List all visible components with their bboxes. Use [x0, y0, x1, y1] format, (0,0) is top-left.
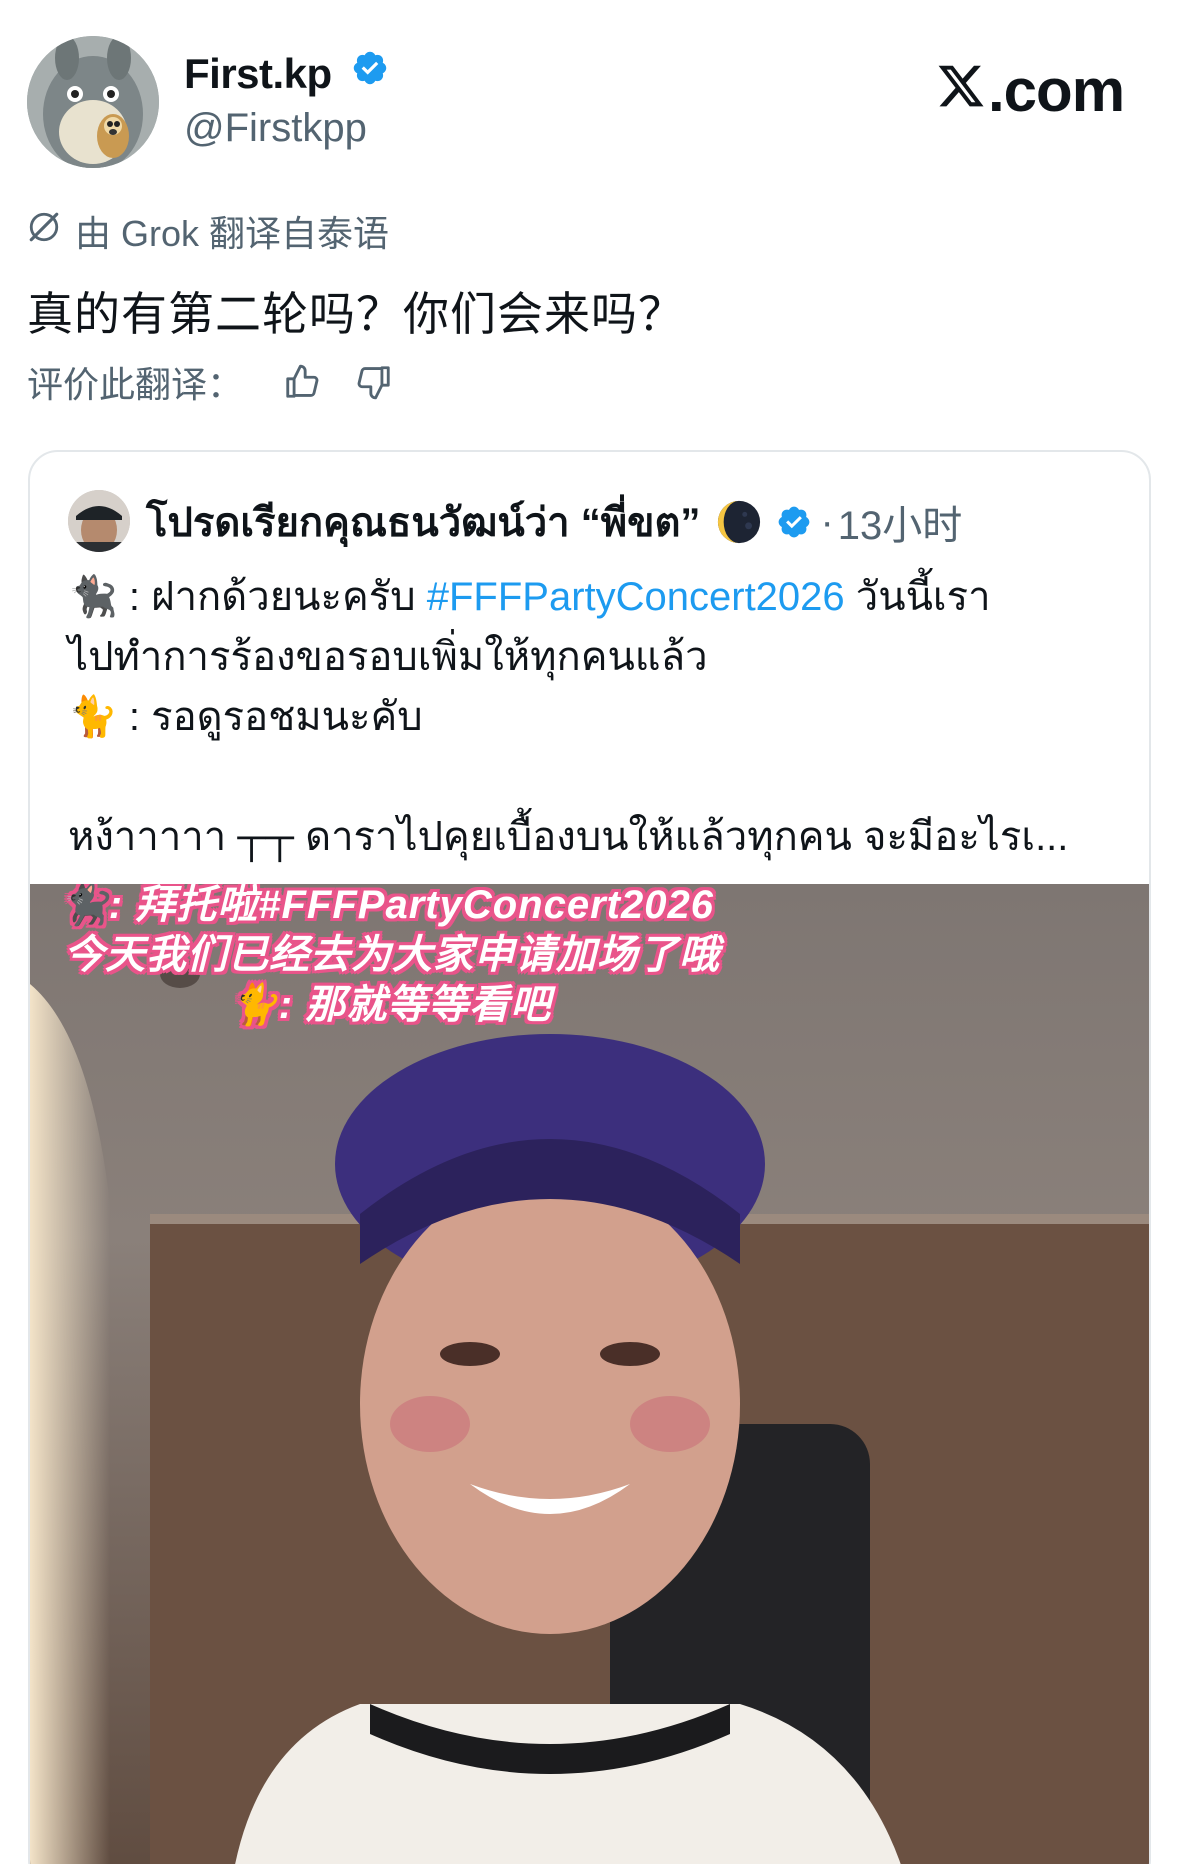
- quoted-media-video[interactable]: 🐈‍⬛: 拜托啦#FFFPartyConcert2026 今天我们已经去为大家申…: [30, 884, 1149, 1864]
- cat-emoji: 🐈: [68, 694, 118, 740]
- rate-translation-label: 评价此翻译：: [27, 364, 244, 405]
- quoted-author-avatar[interactable]: [68, 490, 130, 552]
- quoted-text-line: หง้าาาาา ┬┬ ดาราไปคุยเบื้องบนให้แล้วทุกค…: [68, 815, 1069, 859]
- author-name-text: First.kp: [184, 50, 332, 97]
- quoted-author-name[interactable]: โปรดเรียกคุณธนวัฒน์ว่า “พี่ขต”: [146, 490, 700, 554]
- quoted-tweet-card[interactable]: โปรดเรียกคุณธนวัฒน์ว่า “พี่ขต” · 13小时 🐈‍…: [28, 450, 1151, 1864]
- quoted-text-line: 🐈‍⬛ : ฝากด้วยนะครับ #FFFPartyConcert2026…: [68, 567, 1128, 627]
- translation-label: 由 Grok 翻译自泰语: [75, 213, 390, 254]
- x-logo: .com: [936, 56, 1125, 125]
- quoted-tweet-text: 🐈‍⬛ : ฝากด้วยนะครับ #FFFPartyConcert2026…: [68, 567, 1128, 867]
- grok-icon: [27, 210, 61, 253]
- translated-tweet-text: 真的有第二轮吗？你们会来吗？: [27, 288, 685, 340]
- moon-emoji-icon: [716, 499, 762, 545]
- verified-badge-icon: [776, 504, 812, 540]
- rate-translation: 评价此翻译：: [27, 358, 393, 406]
- x-logo-icon: [936, 56, 988, 125]
- quoted-text-segment: : รอดูรอชมนะคับ: [117, 695, 423, 739]
- author-display-name[interactable]: First.kp: [184, 50, 389, 98]
- video-caption-line: 🐈: 那就等等看吧: [228, 983, 552, 1027]
- black-cat-emoji: 🐈‍⬛: [68, 574, 118, 620]
- video-frame-image: [30, 884, 1149, 1864]
- author-handle[interactable]: @Firstkpp: [184, 106, 367, 151]
- thumbs-down-icon[interactable]: [355, 363, 393, 401]
- x-logo-text: .com: [988, 57, 1125, 124]
- quoted-text-line: 🐈 : รอดูรอชมนะคับ: [68, 687, 1128, 747]
- separator-dot: ·: [820, 499, 834, 544]
- hashtag-link[interactable]: #FFFPartyConcert2026: [427, 575, 845, 619]
- author-avatar[interactable]: [27, 36, 159, 168]
- tweet-screenshot: First.kp @Firstkpp .com 由 Grok 翻译自泰语 真的有…: [0, 0, 1179, 1864]
- quoted-text-segment: วันนี้เรา: [844, 575, 991, 619]
- quoted-text-line: ไปทำการร้องขอรอบเพิ่มให้ทุกคนแล้ว: [68, 635, 708, 679]
- translation-source: 由 Grok 翻译自泰语: [27, 207, 389, 255]
- verified-badge-icon: [351, 49, 389, 97]
- quoted-timestamp[interactable]: 13小时: [838, 493, 963, 551]
- thumbs-up-icon[interactable]: [283, 363, 321, 401]
- quoted-tweet-header: โปรดเรียกคุณธนวัฒน์ว่า “พี่ขต” · 13小时: [146, 492, 962, 552]
- quoted-text-segment: : ฝากด้วยนะครับ: [117, 575, 427, 619]
